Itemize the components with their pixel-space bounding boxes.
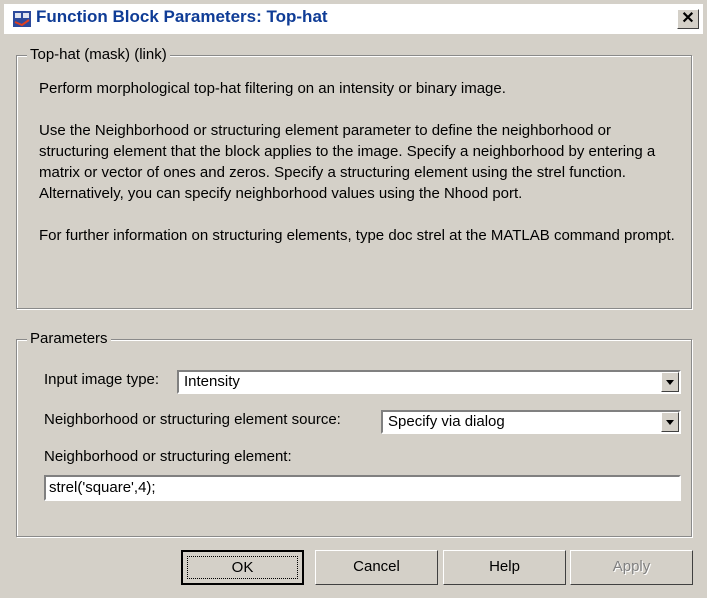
parameters-group-legend: Parameters <box>27 330 111 347</box>
cancel-button-label: Cancel <box>353 558 400 575</box>
apply-button-label: Apply <box>612 558 651 575</box>
mask-description-group: Top-hat (mask) (link) Perform morphologi… <box>16 46 692 309</box>
nhood-input-value: strel('square',4); <box>49 479 156 496</box>
mask-group-legend: Top-hat (mask) (link) <box>27 46 170 63</box>
simulink-block-icon <box>13 11 31 27</box>
dialog-window: Function Block Parameters: Top-hat ✕ Top… <box>0 0 707 598</box>
help-button-label: Help <box>489 558 520 575</box>
description-paragraph: Use the Neighborhood or structuring elem… <box>39 122 656 202</box>
nhood-source-label: Neighborhood or structuring element sour… <box>44 411 341 428</box>
nhood-source-value: Specify via dialog <box>388 413 505 430</box>
nhood-source-select[interactable]: Specify via dialog <box>381 410 681 434</box>
ok-button[interactable]: OK <box>181 550 304 585</box>
focus-rect <box>187 556 298 579</box>
description-paragraph: For further information on structuring e… <box>39 227 675 244</box>
cancel-button[interactable]: Cancel <box>315 550 438 585</box>
close-button[interactable]: ✕ <box>677 9 699 29</box>
chevron-down-icon[interactable] <box>661 412 679 432</box>
close-icon: ✕ <box>681 10 695 27</box>
description-paragraph: Perform morphological top-hat filtering … <box>39 80 506 97</box>
help-button[interactable]: Help <box>443 550 566 585</box>
window-title: Function Block Parameters: Top-hat <box>36 7 328 26</box>
mask-description: Perform morphological top-hat filtering … <box>39 78 681 246</box>
chevron-down-icon[interactable] <box>661 372 679 392</box>
title-bar[interactable]: Function Block Parameters: Top-hat ✕ <box>4 4 703 34</box>
input-image-type-value: Intensity <box>184 373 240 390</box>
nhood-input[interactable]: strel('square',4); <box>44 475 681 501</box>
input-image-type-select[interactable]: Intensity <box>177 370 681 394</box>
apply-button: Apply <box>570 550 693 585</box>
parameters-group: Parameters Input image type: Intensity N… <box>16 330 692 537</box>
nhood-label: Neighborhood or structuring element: <box>44 448 292 465</box>
input-image-type-label: Input image type: <box>44 371 160 388</box>
